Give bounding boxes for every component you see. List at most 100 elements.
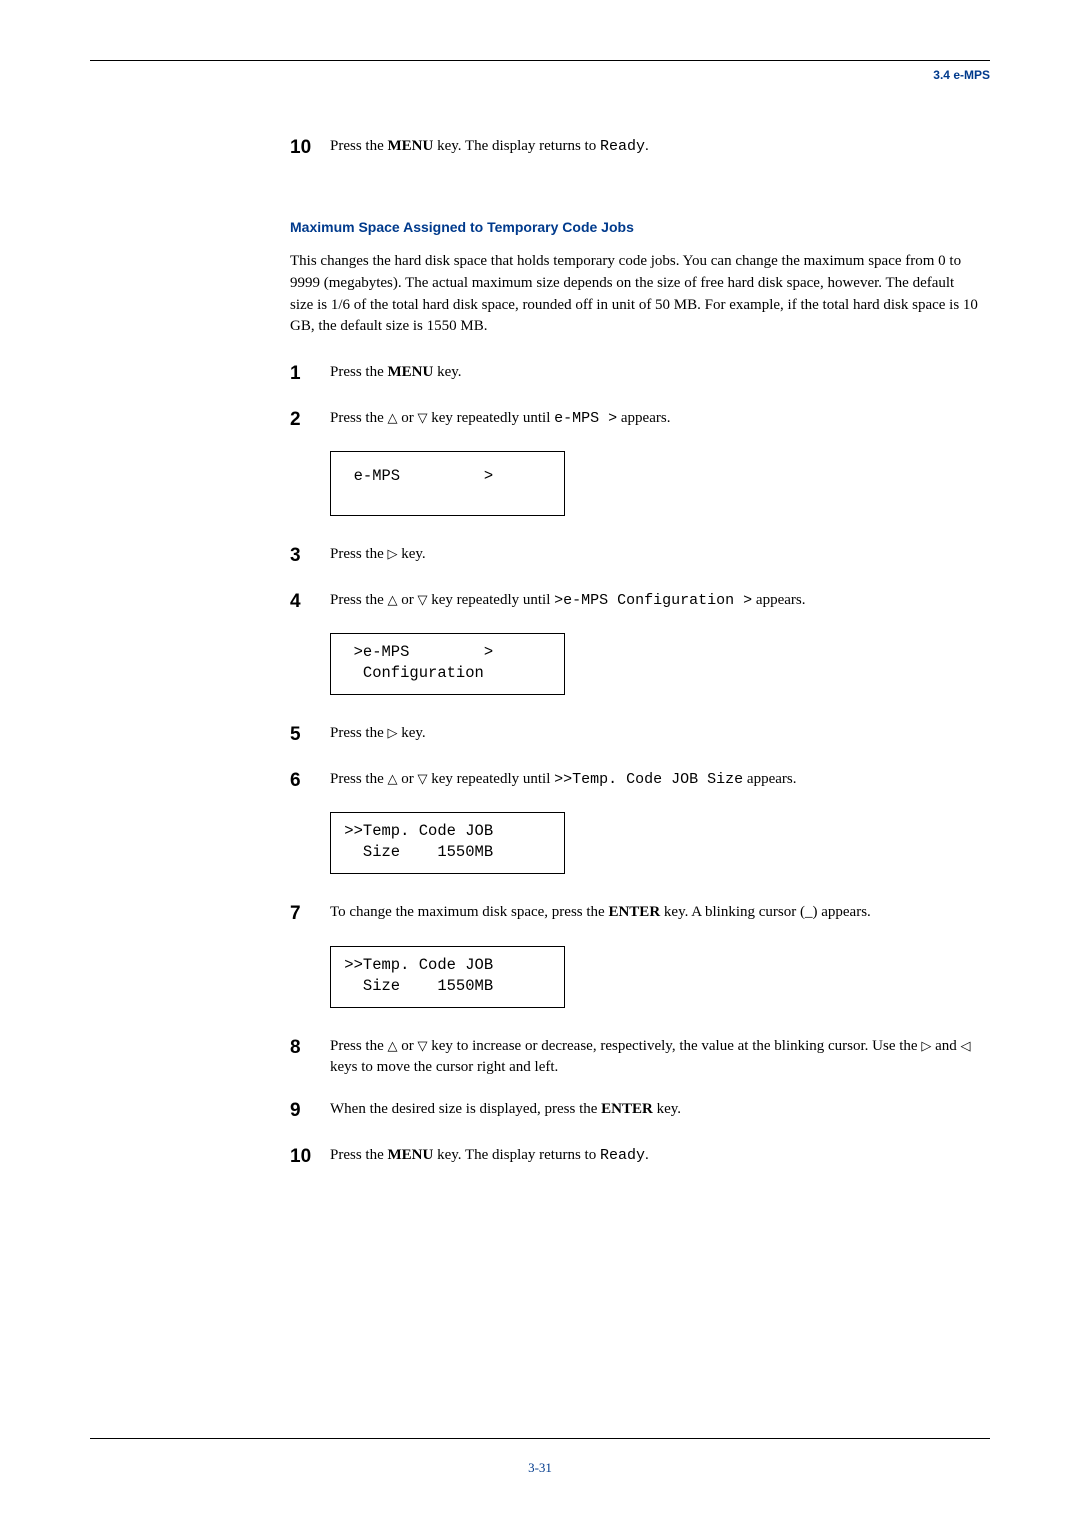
- step-number: 3: [290, 542, 330, 570]
- step-10: 10 Press the MENU key. The display retur…: [290, 1143, 980, 1171]
- triangle-right-icon: ▷: [388, 724, 398, 743]
- step-number: 10: [290, 1143, 330, 1171]
- step-number: 10: [290, 134, 330, 162]
- text: or: [398, 771, 418, 787]
- text: key repeatedly until: [428, 592, 555, 608]
- lcd-ref: >: [554, 592, 563, 609]
- text: key. A blinking cursor (_) appears.: [660, 904, 871, 920]
- text: .: [645, 1147, 649, 1163]
- step-text: Press the MENU key. The display returns …: [330, 134, 980, 158]
- step-number: 8: [290, 1034, 330, 1062]
- lcd-display-1: e-MPS >: [330, 451, 565, 516]
- text: .: [645, 138, 649, 154]
- triangle-down-icon: ▽: [418, 770, 428, 789]
- triangle-right-icon: ▷: [921, 1037, 931, 1056]
- content-area: 10 Press the MENU key. The display retur…: [290, 134, 980, 1170]
- text: key.: [398, 546, 426, 562]
- step-text: Press the △ or ▽ key repeatedly until >e…: [330, 588, 980, 612]
- step-7: 7 To change the maximum disk space, pres…: [290, 900, 980, 928]
- header-section-ref: 3.4 e-MPS: [90, 67, 990, 84]
- text: Press the: [330, 138, 388, 154]
- step-2: 2 Press the △ or ▽ key repeatedly until …: [290, 406, 980, 434]
- step-number: 4: [290, 588, 330, 616]
- text: or: [398, 592, 418, 608]
- text: Press the: [330, 725, 388, 741]
- enter-key-label: ENTER: [601, 1101, 653, 1117]
- text: or: [398, 410, 418, 426]
- lcd-display-4: >>Temp. Code JOB Size 1550MB: [330, 946, 565, 1008]
- page-number: 3-31: [90, 1459, 990, 1478]
- text: or: [398, 1038, 418, 1054]
- step-number: 2: [290, 406, 330, 434]
- text: appears.: [617, 410, 670, 426]
- text: key.: [433, 364, 461, 380]
- step-number: 9: [290, 1097, 330, 1125]
- step-number: 6: [290, 767, 330, 795]
- text: appears.: [743, 771, 796, 787]
- text: Press the: [330, 771, 388, 787]
- triangle-up-icon: △: [388, 1037, 398, 1056]
- text: Press the: [330, 410, 388, 426]
- triangle-right-icon: ▷: [388, 545, 398, 564]
- bottom-rule: [90, 1438, 990, 1439]
- section-paragraph: This changes the hard disk space that ho…: [290, 251, 980, 338]
- top-rule: [90, 60, 990, 61]
- top-step-10: 10 Press the MENU key. The display retur…: [290, 134, 980, 162]
- triangle-down-icon: ▽: [418, 409, 428, 428]
- step-text: Press the MENU key. The display returns …: [330, 1143, 980, 1167]
- lcd-display-3: >>Temp. Code JOB Size 1550MB: [330, 812, 565, 874]
- step-text: Press the △ or ▽ key to increase or decr…: [330, 1034, 980, 1080]
- text: Press the: [330, 1038, 388, 1054]
- text: key repeatedly until: [428, 410, 555, 426]
- triangle-left-icon: ◁: [961, 1037, 971, 1056]
- step-text: Press the △ or ▽ key repeatedly until >>…: [330, 767, 980, 791]
- text: key repeatedly until: [428, 771, 555, 787]
- text: When the desired size is displayed, pres…: [330, 1101, 601, 1117]
- text: Press the: [330, 1147, 388, 1163]
- section-title: Maximum Space Assigned to Temporary Code…: [290, 217, 980, 237]
- step-number: 1: [290, 360, 330, 388]
- lcd-display-2: >e-MPS > Configuration: [330, 633, 565, 695]
- step-text: When the desired size is displayed, pres…: [330, 1097, 980, 1121]
- step-3: 3 Press the ▷ key.: [290, 542, 980, 570]
- step-text: Press the △ or ▽ key repeatedly until e-…: [330, 406, 980, 430]
- text: and: [931, 1038, 960, 1054]
- step-6: 6 Press the △ or ▽ key repeatedly until …: [290, 767, 980, 795]
- step-text: Press the ▷ key.: [330, 542, 980, 566]
- menu-key-label: MENU: [388, 1147, 434, 1163]
- text: To change the maximum disk space, press …: [330, 904, 608, 920]
- step-text: To change the maximum disk space, press …: [330, 900, 980, 924]
- step-8: 8 Press the △ or ▽ key to increase or de…: [290, 1034, 980, 1080]
- lcd-ref: e-MPS >: [554, 410, 617, 427]
- step-9: 9 When the desired size is displayed, pr…: [290, 1097, 980, 1125]
- text: key. The display returns to: [433, 1147, 600, 1163]
- text: Press the: [330, 592, 388, 608]
- step-4: 4 Press the △ or ▽ key repeatedly until …: [290, 588, 980, 616]
- triangle-down-icon: ▽: [418, 591, 428, 610]
- triangle-down-icon: ▽: [418, 1037, 428, 1056]
- step-text: Press the MENU key.: [330, 360, 980, 384]
- text: appears.: [752, 592, 805, 608]
- text: keys to move the cursor right and left.: [330, 1059, 558, 1075]
- enter-key-label: ENTER: [608, 904, 660, 920]
- triangle-up-icon: △: [388, 591, 398, 610]
- step-1: 1 Press the MENU key.: [290, 360, 980, 388]
- step-number: 7: [290, 900, 330, 928]
- step-5: 5 Press the ▷ key.: [290, 721, 980, 749]
- lcd-ref: >>Temp. Code JOB Size: [554, 771, 743, 788]
- menu-key-label: MENU: [388, 364, 434, 380]
- triangle-up-icon: △: [388, 770, 398, 789]
- menu-key-label: MENU: [388, 138, 434, 154]
- text: key to increase or decrease, respectivel…: [428, 1038, 922, 1054]
- text: Press the: [330, 546, 388, 562]
- text: key.: [653, 1101, 681, 1117]
- step-number: 5: [290, 721, 330, 749]
- lcd-ref: e-MPS Configuration >: [563, 592, 752, 609]
- text: key. The display returns to: [433, 138, 600, 154]
- text: Press the: [330, 364, 388, 380]
- ready-text: Ready: [600, 138, 645, 155]
- triangle-up-icon: △: [388, 409, 398, 428]
- ready-text: Ready: [600, 1147, 645, 1164]
- page-footer: 3-31: [90, 1438, 990, 1478]
- text: key.: [398, 725, 426, 741]
